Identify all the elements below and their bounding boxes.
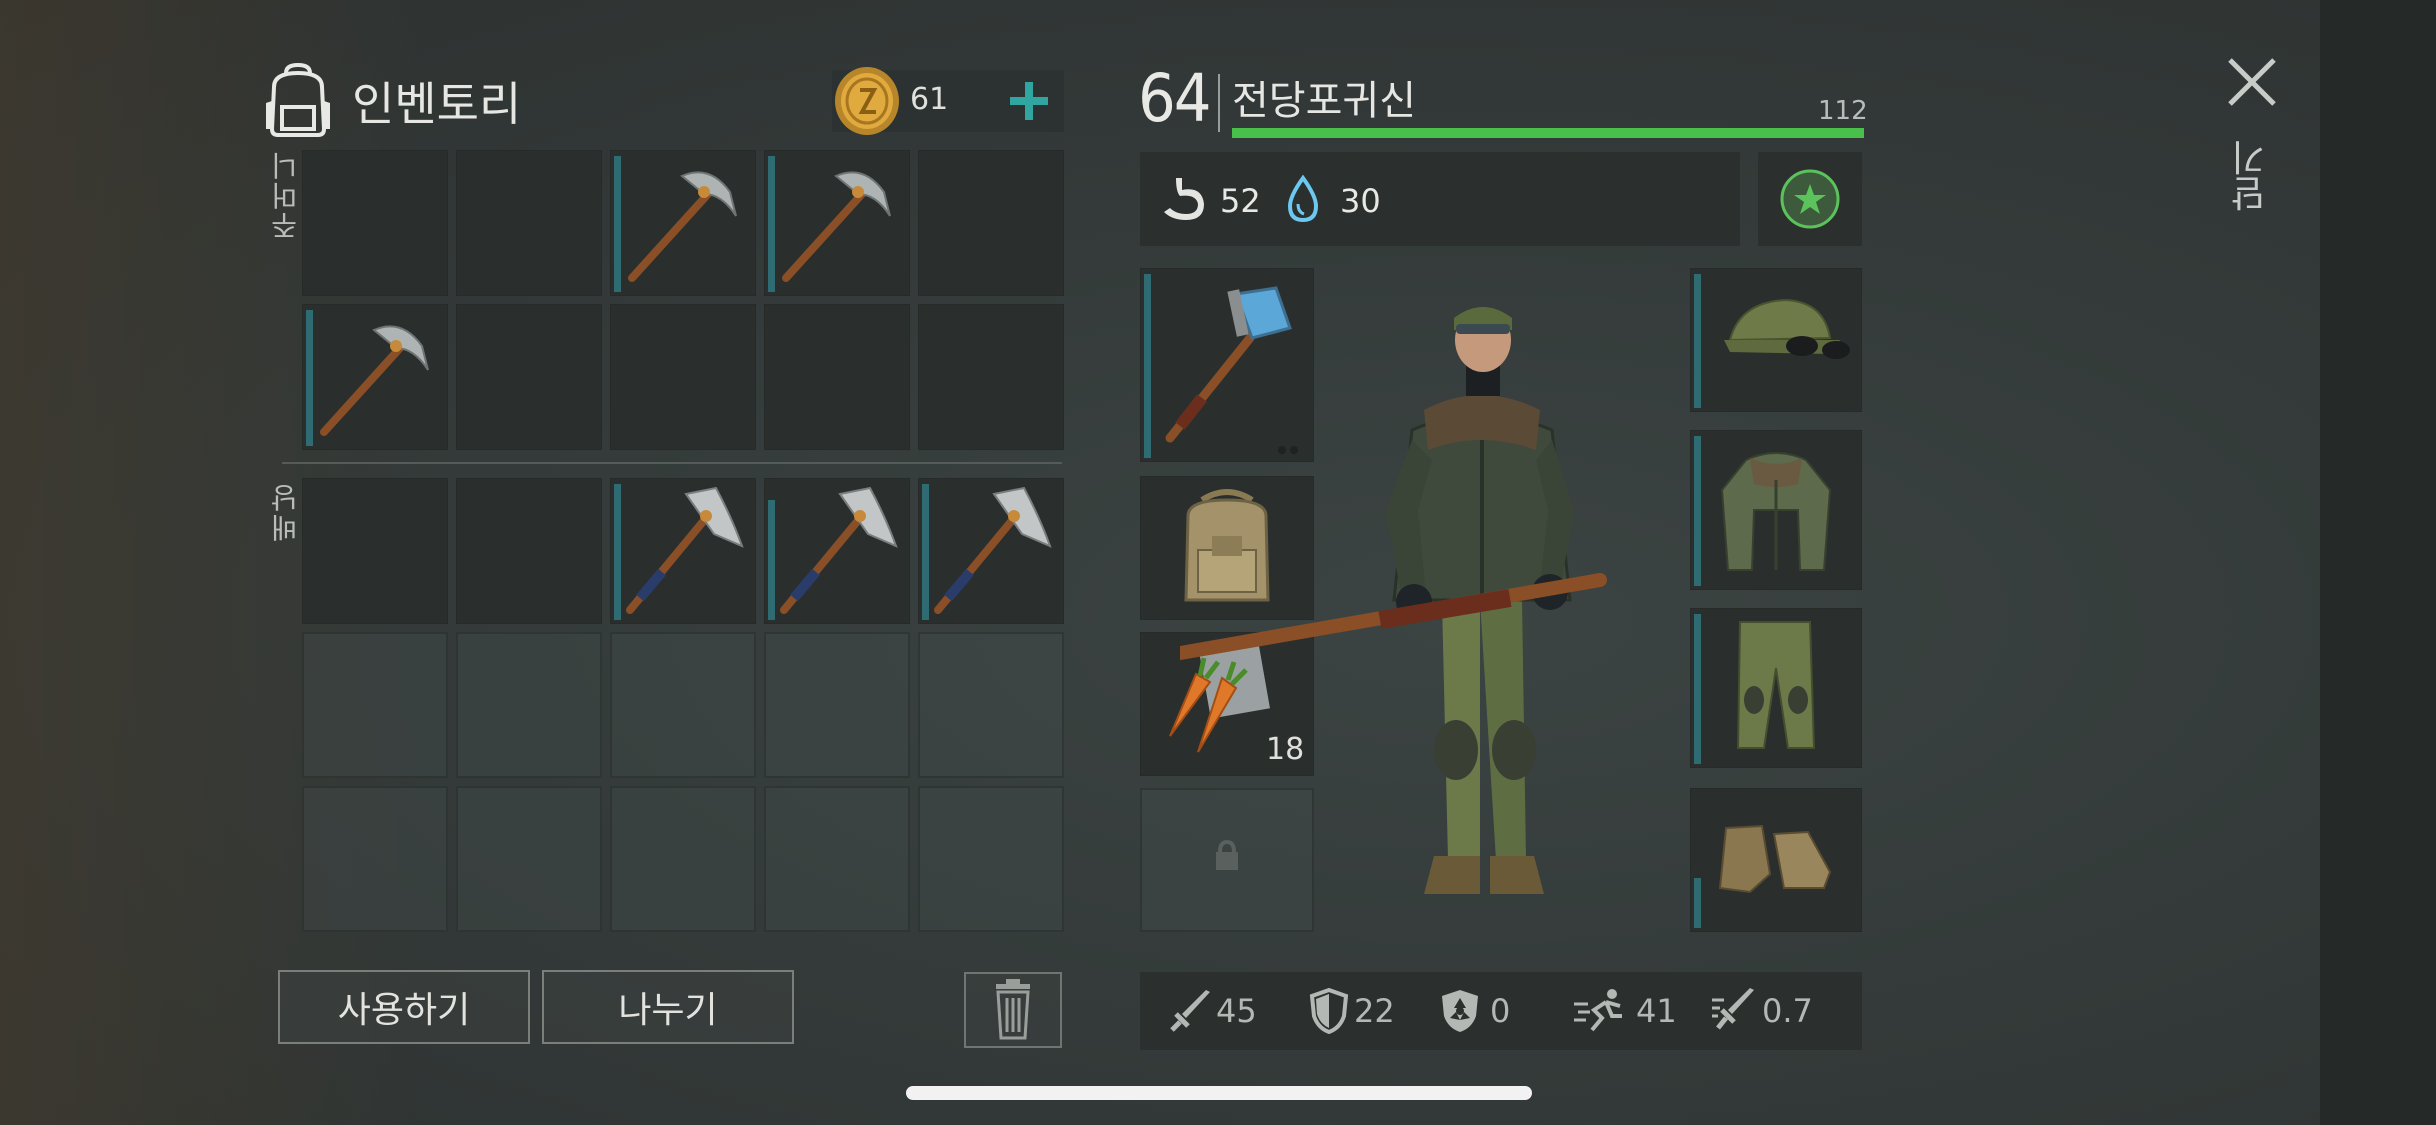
hatchet-icon bbox=[934, 486, 1052, 614]
xp-bar bbox=[1232, 128, 1864, 138]
backpack-slot-empty[interactable] bbox=[302, 786, 448, 932]
pocket-slot-empty[interactable] bbox=[918, 304, 1064, 450]
backpack-slot-empty[interactable] bbox=[918, 632, 1064, 778]
player-level: 64 bbox=[1138, 60, 1212, 137]
radiation-icon bbox=[1442, 990, 1478, 1032]
sword-icon bbox=[1170, 990, 1210, 1032]
backpack-slot-empty[interactable] bbox=[302, 632, 448, 778]
attack-speed-value: 0.7 bbox=[1762, 992, 1813, 1030]
boots-icon bbox=[1718, 824, 1832, 894]
pocket-slot-pickaxe[interactable] bbox=[302, 304, 448, 450]
backpack-slot-hatchet[interactable] bbox=[610, 478, 756, 624]
backpack-slot-empty[interactable] bbox=[764, 632, 910, 778]
feet-slot[interactable] bbox=[1690, 788, 1862, 932]
pocket-slot-pickaxe[interactable] bbox=[764, 150, 910, 296]
trash-icon bbox=[996, 979, 1030, 1040]
cap-icon bbox=[1724, 298, 1850, 359]
runner-icon bbox=[1574, 989, 1622, 1032]
close-icon[interactable] bbox=[2222, 52, 2282, 112]
defense-value: 22 bbox=[1354, 992, 1395, 1030]
head-slot[interactable] bbox=[1690, 268, 1862, 412]
pocket-slot-empty[interactable] bbox=[764, 304, 910, 450]
stomach-icon bbox=[1164, 178, 1204, 220]
right-edge-strip bbox=[2320, 0, 2436, 1125]
favorite-button[interactable] bbox=[1758, 152, 1862, 246]
close-label[interactable]: 닫기 bbox=[2226, 140, 2278, 212]
xp-max: 112 bbox=[1818, 96, 1868, 126]
pickaxe-icon bbox=[782, 171, 891, 282]
backpack-slot-empty[interactable] bbox=[764, 786, 910, 932]
plus-icon[interactable] bbox=[1002, 74, 1056, 128]
pocket-slot-empty[interactable] bbox=[302, 150, 448, 296]
player-name: 전당포귀신 bbox=[1232, 78, 1416, 124]
pocket-slot-pickaxe[interactable] bbox=[610, 150, 756, 296]
water-drop-icon bbox=[1287, 174, 1319, 223]
pockets-label: 주머니 bbox=[269, 150, 302, 240]
pickaxe-icon bbox=[628, 171, 737, 282]
inventory-title: 인벤토리 bbox=[352, 77, 522, 131]
backpack-slot-empty[interactable] bbox=[456, 478, 602, 624]
coin-icon bbox=[835, 67, 899, 135]
jacket-icon bbox=[1720, 452, 1832, 571]
speed-value: 41 bbox=[1636, 992, 1677, 1030]
backpack-icon bbox=[266, 63, 330, 137]
backpack-slot-empty[interactable] bbox=[456, 786, 602, 932]
pocket-slot-empty[interactable] bbox=[456, 150, 602, 296]
split-button[interactable]: 나누기 bbox=[542, 970, 794, 1044]
legs-slot[interactable] bbox=[1690, 608, 1862, 768]
torso-slot[interactable] bbox=[1690, 430, 1862, 590]
trash-button[interactable] bbox=[964, 972, 1062, 1048]
backpack-slot-hatchet[interactable] bbox=[918, 478, 1064, 624]
star-icon bbox=[1780, 169, 1840, 229]
backpack-slot-empty[interactable] bbox=[456, 632, 602, 778]
hatchet-icon bbox=[626, 486, 744, 614]
use-button[interactable]: 사용하기 bbox=[278, 970, 530, 1044]
coin-balance: 61 bbox=[832, 67, 1064, 135]
stats-panel: 45 22 0 41 0.7 bbox=[1140, 972, 1862, 1050]
pickaxe-icon bbox=[320, 325, 429, 436]
shield-icon bbox=[1309, 987, 1349, 1035]
pants-icon bbox=[1736, 621, 1816, 749]
inventory-header: 인벤토리 bbox=[262, 58, 521, 144]
attack-speed-icon bbox=[1712, 988, 1754, 1030]
backpack-slot-empty[interactable] bbox=[302, 478, 448, 624]
pocket-slot-empty[interactable] bbox=[456, 304, 602, 450]
thirst-value: 30 bbox=[1340, 182, 1381, 220]
level-divider bbox=[1218, 74, 1220, 132]
pocket-slot-empty[interactable] bbox=[918, 150, 1064, 296]
backpack-slot-empty[interactable] bbox=[610, 786, 756, 932]
backpack-slot-empty[interactable] bbox=[918, 786, 1064, 932]
coin-count: 61 bbox=[910, 82, 949, 117]
backpack-slot-empty[interactable] bbox=[610, 632, 756, 778]
character-model bbox=[1180, 307, 1607, 894]
hatchet-icon bbox=[780, 486, 898, 614]
hunger-value: 52 bbox=[1220, 182, 1261, 220]
home-indicator[interactable] bbox=[906, 1086, 1532, 1100]
vitals-panel: 52 30 bbox=[1140, 152, 1740, 246]
section-divider bbox=[282, 462, 1062, 464]
pocket-slot-empty[interactable] bbox=[610, 304, 756, 450]
radiation-value: 0 bbox=[1490, 992, 1511, 1030]
attack-value: 45 bbox=[1216, 992, 1257, 1030]
backpack-label: 배낭 bbox=[269, 482, 302, 542]
backpack-slot-hatchet[interactable] bbox=[764, 478, 910, 624]
